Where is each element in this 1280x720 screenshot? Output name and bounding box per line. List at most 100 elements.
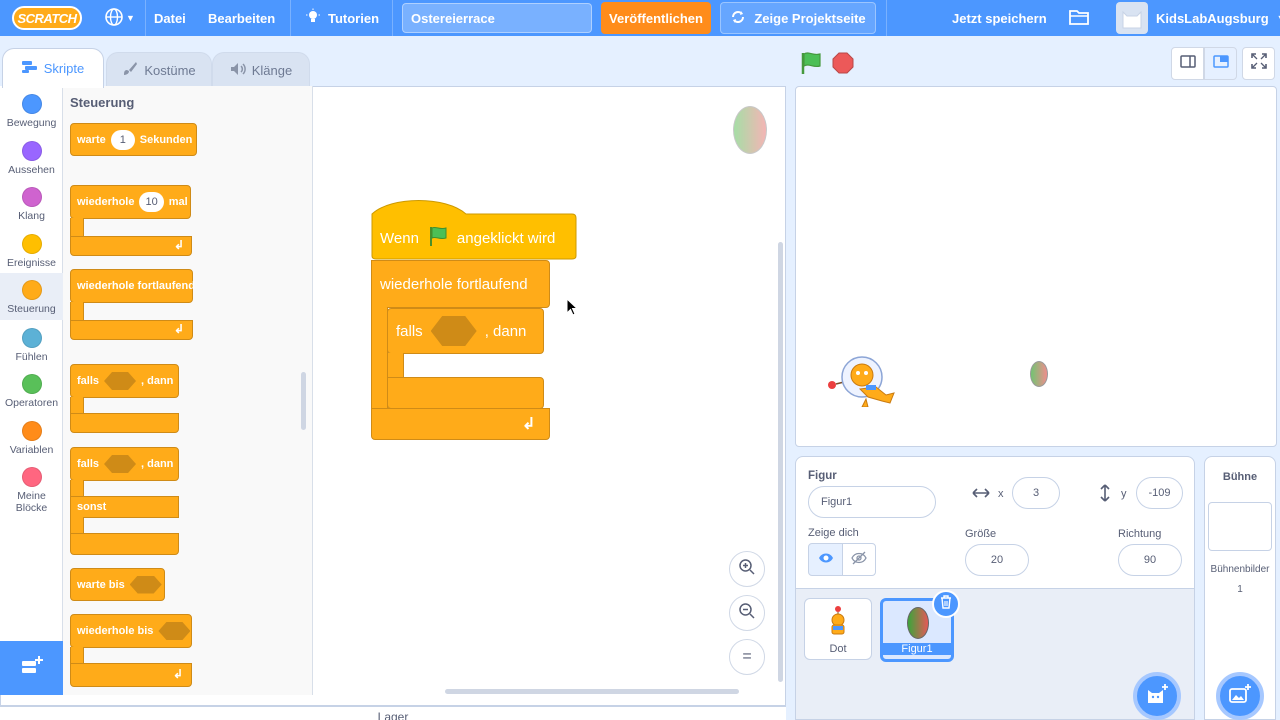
script-area-vertical-scrollbar[interactable] [778,242,783,682]
fullscreen-button[interactable] [1242,47,1275,80]
see-project-page-button[interactable]: Zeige Projektseite [720,2,876,34]
block-number-input[interactable]: 1 [110,129,135,150]
block-text: angeklickt wird [456,229,556,247]
zoom-out-button[interactable] [729,595,765,631]
block-forever-script[interactable]: wiederhole fortlaufend [371,260,550,308]
image-plus-icon [1228,683,1252,710]
figur1-sprite-on-stage[interactable] [1030,361,1048,387]
zoom-out-icon [738,602,756,625]
my-stuff-button[interactable] [1068,0,1090,36]
add-sprite-button[interactable] [1133,672,1181,720]
category-events[interactable]: Ereignisse [0,234,63,269]
loop-arrow-icon: ↲ [522,416,536,433]
stop-button[interactable] [832,52,854,74]
delete-sprite-button[interactable] [932,590,960,618]
block-text: warte bis [77,578,125,591]
block-when-flag-clicked[interactable]: Wenn angeklickt wird [372,222,572,254]
block-forever[interactable]: wiederhole fortlaufend [70,269,195,303]
block-if-foot [387,377,544,409]
zoom-in-button[interactable] [729,551,765,587]
boolean-slot[interactable] [104,455,137,473]
tab-code[interactable]: Skripte [2,48,104,88]
backdrops-count: 1 [1237,584,1243,595]
block-if-arm [387,353,404,379]
add-backdrop-button[interactable] [1216,672,1264,720]
block-if-then-script[interactable]: falls , dann [387,308,544,354]
category-sensing[interactable]: Fühlen [0,328,63,363]
fullscreen-icon [1250,53,1267,74]
backpack-bar[interactable]: Lager [0,706,786,720]
block-text: falls [77,458,100,470]
figur1-thumbnail [907,607,929,639]
hide-sprite-button[interactable] [842,543,876,576]
zoom-in-icon [738,558,756,581]
account-menu[interactable]: KidsLabAugsburg ▼ [1116,2,1280,34]
block-wait-seconds[interactable]: warte 1 Sekunden [70,123,197,156]
menu-bar: SCRATCH ▼ Datei Bearbeiten Tutorien Oste… [0,0,1280,36]
code-icon [21,61,38,76]
block-repeat-until[interactable]: wiederhole bis [70,614,192,648]
language-menu[interactable]: ▼ [104,7,136,28]
project-title-input[interactable]: Ostereierrace [402,3,592,33]
block-text: , dann [141,375,174,387]
sprite-name-input[interactable]: Figur1 [808,486,936,518]
category-my-blocks-dot [21,467,42,487]
edit-menu[interactable]: Bearbeiten [208,0,275,36]
show-sprite-button[interactable] [808,543,843,576]
block-if-else[interactable]: falls , dann [70,447,179,481]
add-extension-button[interactable] [0,641,63,695]
sprite-tile-name: Dot [829,643,847,655]
stage-canvas[interactable] [795,86,1277,447]
category-label: Aussehen [8,164,55,176]
y-label: y [1121,488,1127,500]
boolean-slot[interactable] [430,316,477,346]
save-now-button[interactable]: Jetzt speichern [952,0,1047,36]
avatar [1116,2,1148,34]
small-stage-button[interactable] [1171,47,1204,80]
file-menu[interactable]: Datei [154,0,186,36]
block-if-else-foot [70,533,179,555]
boolean-slot[interactable] [158,622,191,640]
size-input[interactable]: 20 [965,544,1029,576]
boolean-slot[interactable] [129,575,162,594]
category-variables[interactable]: Variablen [0,421,63,456]
scratch-logo[interactable]: SCRATCH [12,6,82,30]
tutorials-button[interactable]: Tutorien [304,0,379,36]
tab-sounds[interactable]: Klänge [212,52,310,88]
tab-costumes[interactable]: Kostüme [106,52,212,88]
category-label: Ereignisse [6,257,57,269]
block-number-input[interactable]: 10 [139,192,164,212]
block-wait-until[interactable]: warte bis [70,568,165,601]
category-motion[interactable]: Bewegung [0,94,63,129]
zoom-reset-button[interactable]: = [729,639,765,675]
share-button[interactable]: Veröffentlichen [601,2,711,34]
category-operators-dot [21,374,42,394]
category-looks[interactable]: Aussehen [0,141,63,176]
script-area-horizontal-scrollbar[interactable] [445,689,739,694]
category-operators[interactable]: Operatoren [0,374,63,409]
sprite-tile-dot[interactable]: Dot [804,598,872,660]
boolean-slot[interactable] [104,372,137,390]
y-arrows-icon [1098,484,1112,505]
chevron-down-icon: ▼ [126,13,135,23]
x-position-input[interactable]: 3 [1012,477,1060,509]
large-stage-button[interactable] [1204,47,1237,80]
block-text: falls [396,322,423,340]
category-label: Bewegung [6,117,57,129]
sprite-tile-name: Figur1 [883,643,951,655]
block-text: wiederhole fortlaufend [77,280,195,292]
category-sound[interactable]: Klang [0,187,63,222]
large-stage-icon [1212,54,1229,73]
cat-face-icon [1122,10,1142,29]
direction-input[interactable]: 90 [1118,544,1182,576]
green-flag-button[interactable] [798,50,824,76]
block-if-then[interactable]: falls , dann [70,364,179,398]
palette-scrollbar[interactable] [301,372,306,430]
category-my-blocks[interactable]: Meine Blöcke [0,467,63,514]
y-position-input[interactable]: -109 [1136,477,1183,509]
category-control[interactable]: Steuerung [0,273,63,320]
block-forever-arm [70,302,84,322]
block-repeat[interactable]: wiederhole 10 mal [70,185,191,219]
dot-sprite-on-stage[interactable] [826,355,900,407]
sprite-label: Figur [808,470,837,482]
